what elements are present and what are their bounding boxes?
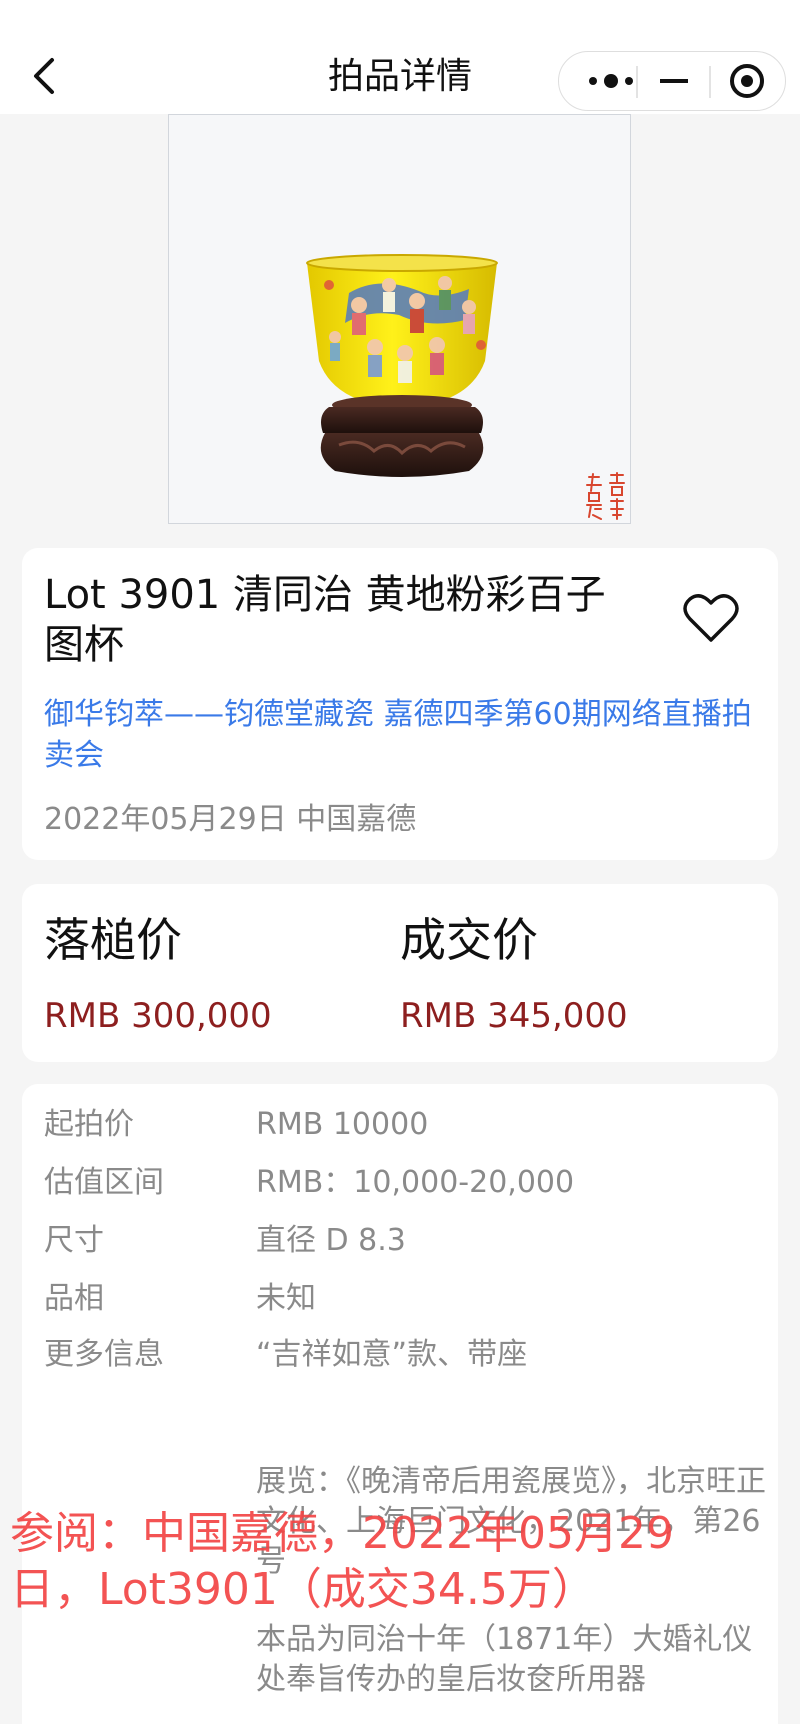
provenance-note: 本品为同治十年（1871年）大婚礼仪处奉旨传办的皇后妆奁所用器 [256,1622,753,1697]
spec-key: 尺寸 [44,1223,104,1258]
spec-key: 更多信息 [44,1337,164,1372]
spec-value: “吉祥如意”款、带座 [256,1337,528,1372]
target-circle-icon[interactable] [719,52,779,110]
heart-icon[interactable] [682,592,740,646]
deal-price-label: 成交价 [400,913,538,967]
spec-value: 未知 [256,1281,316,1316]
hammer-price-label: 落槌价 [44,913,182,967]
hammer-price-value: RMB 300,000 [44,996,272,1036]
price-card: 落槌价 RMB 300,000 成交价 RMB 345,000 [22,884,778,1062]
deal-price-value: RMB 345,000 [400,996,628,1036]
porcelain-cup-image [306,254,498,477]
auction-session-link[interactable]: 御华钧萃——钧德堂藏瓷 嘉德四季第60期网络直播拍卖会 [44,694,764,776]
spec-value: 直径 D 8.3 [256,1223,406,1258]
spec-value: RMB：10,000-20,000 [256,1165,575,1200]
spec-card: 起拍价 RMB 10000 估值区间 RMB：10,000-20,000 尺寸 … [22,1084,778,1724]
lot-photo[interactable] [168,114,631,524]
lot-title: Lot 3901 清同治 黄地粉彩百子图杯 [44,572,606,668]
auction-date-house: 2022年05月29日 中国嘉德 [44,802,417,837]
spec-key: 起拍价 [44,1107,134,1142]
minimize-icon[interactable] [649,52,699,110]
nav-bar: 拍品详情 [0,0,800,114]
more-dots-icon[interactable] [579,52,643,110]
mini-program-capsule [558,51,786,111]
reference-watermark: 参阅：中国嘉德，2022年05月29日，Lot3901（成交34.5万） [10,1508,674,1615]
lot-info-card: Lot 3901 清同治 黄地粉彩百子图杯 御华钧萃——钧德堂藏瓷 嘉德四季第6… [22,548,778,860]
spec-key: 品相 [44,1281,104,1316]
seal-stamp-image [586,472,625,520]
capsule-divider [709,66,711,98]
capsule-divider [636,66,638,98]
spec-value: RMB 10000 [256,1107,429,1142]
seal-stamp [583,471,629,523]
spec-key: 估值区间 [44,1165,164,1200]
